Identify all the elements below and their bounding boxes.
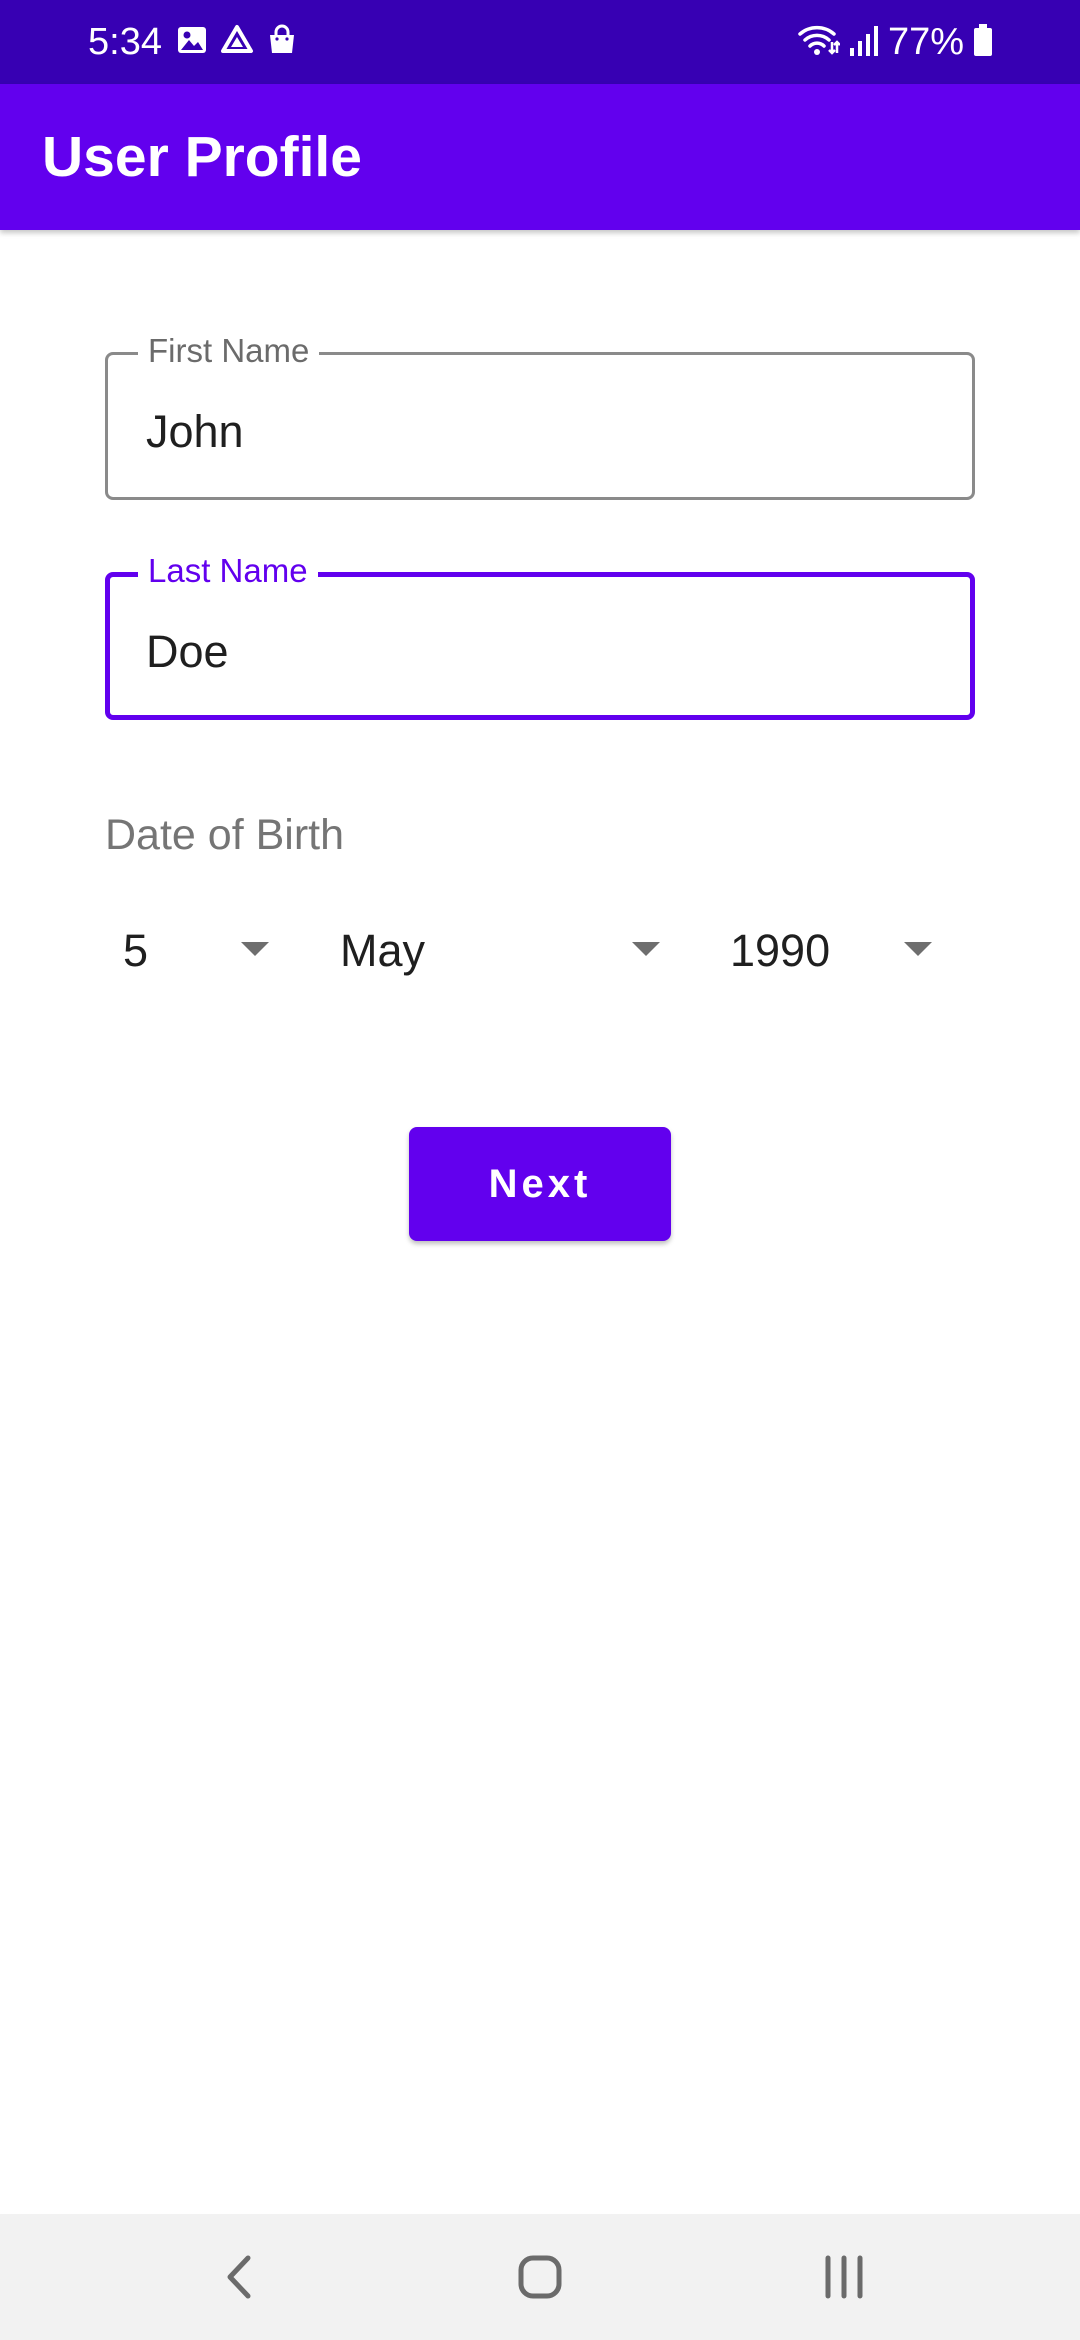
home-icon [515,2252,565,2302]
navigation-bar [0,2214,1080,2340]
first-name-field[interactable]: First Name [105,331,975,500]
shopping-bag-icon [266,24,298,56]
home-button[interactable] [500,2244,580,2310]
last-name-input[interactable] [146,625,926,679]
first-name-input[interactable] [146,405,926,459]
drive-icon [220,24,254,56]
status-bar: 5:34 77% [0,0,1080,84]
chevron-down-icon [241,942,269,956]
back-button[interactable] [200,2244,280,2310]
next-button[interactable]: Next [409,1127,671,1241]
first-name-label: First Name [138,331,320,371]
image-icon [176,24,208,56]
recent-apps-icon [822,2254,866,2300]
system-icons: 77% [796,20,994,64]
app-bar: User Profile [0,84,1080,230]
wifi-icon [796,22,841,63]
month-value: May [340,925,426,976]
chevron-down-icon [632,942,660,956]
chevron-down-icon [904,942,932,956]
recent-apps-button[interactable] [804,2244,884,2310]
date-of-birth-label: Date of Birth [105,811,344,859]
page-title: User Profile [42,125,362,189]
year-dropdown[interactable]: 1990 [730,916,940,986]
battery-percent: 77% [887,21,964,63]
signal-icon [848,22,880,63]
status-time: 5:34 [88,21,162,63]
day-value: 5 [123,925,149,976]
year-value: 1990 [730,925,831,976]
day-dropdown[interactable]: 5 [123,916,275,986]
battery-icon [972,22,994,63]
last-name-field[interactable]: Last Name [105,551,975,720]
month-dropdown[interactable]: May [340,916,665,986]
back-icon [220,2252,260,2302]
notification-icons [176,24,298,56]
last-name-label: Last Name [138,551,318,591]
